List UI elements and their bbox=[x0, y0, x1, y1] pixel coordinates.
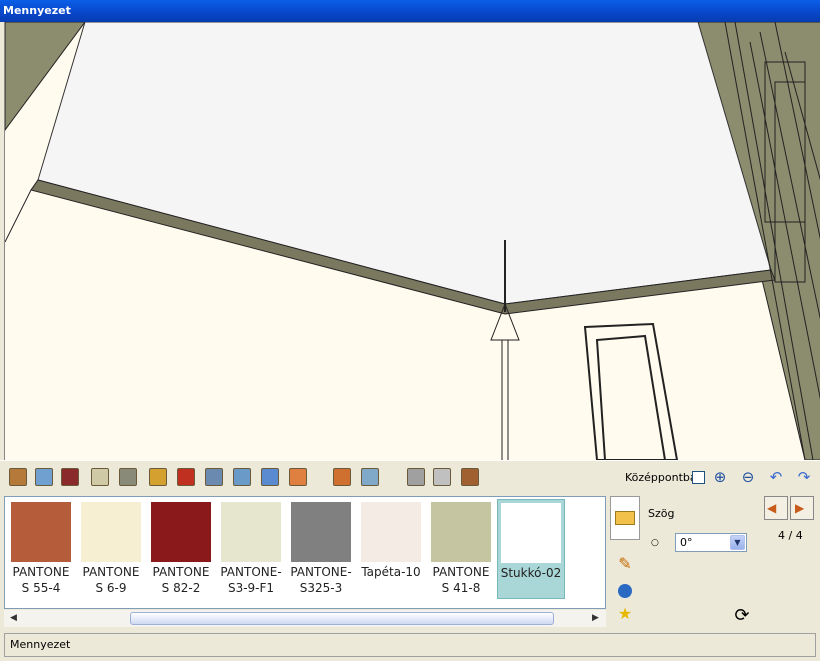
globe-icon bbox=[618, 584, 632, 598]
prev-page-button[interactable]: ◀ bbox=[764, 496, 788, 520]
material-label: PANTONE-S3-9-F1 bbox=[220, 565, 282, 595]
cabinet-icon bbox=[91, 468, 109, 486]
door-frame-button[interactable] bbox=[458, 464, 482, 490]
star-icon: ★ bbox=[617, 603, 633, 623]
wall-button[interactable] bbox=[286, 464, 310, 490]
door-frame-icon bbox=[461, 468, 479, 486]
brick-wall-button[interactable] bbox=[330, 464, 354, 490]
toilet-icon bbox=[433, 468, 451, 486]
window-title-bar: Mennyezet bbox=[0, 0, 820, 22]
next-page-icon: ▶ bbox=[795, 501, 805, 515]
floor-button[interactable] bbox=[258, 464, 282, 490]
next-page-button[interactable]: ▶ bbox=[790, 496, 814, 520]
page-indicator: 4 / 4 bbox=[778, 529, 803, 542]
material-color-chip bbox=[221, 502, 281, 562]
floor-icon bbox=[261, 468, 279, 486]
zoom-out-icon: ⊖ bbox=[741, 468, 755, 486]
redo-icon: ↷ bbox=[797, 468, 811, 486]
floor-plan-button[interactable] bbox=[230, 464, 254, 490]
horizontal-scrollbar[interactable]: ◀ ▶ bbox=[4, 610, 606, 627]
globe-button[interactable] bbox=[610, 580, 640, 602]
material-color-chip bbox=[361, 502, 421, 562]
tile-wall-icon bbox=[361, 468, 379, 486]
picture-button[interactable] bbox=[202, 464, 226, 490]
material-swatch[interactable]: Tapéta-10 bbox=[357, 499, 425, 599]
shelf-button[interactable] bbox=[116, 464, 140, 490]
material-label: Tapéta-10 bbox=[361, 565, 421, 579]
zoom-in-icon: ⊕ bbox=[713, 468, 727, 486]
brick-wall-icon bbox=[333, 468, 351, 486]
tile-wall-button[interactable] bbox=[358, 464, 382, 490]
redo-button[interactable]: ↷ bbox=[792, 464, 816, 490]
wall-lamp-icon bbox=[177, 468, 195, 486]
wall-icon bbox=[289, 468, 307, 486]
material-swatch[interactable]: PANTONE S 41-8 bbox=[427, 499, 495, 599]
angle-radio[interactable]: ○ bbox=[651, 538, 659, 548]
material-color-chip bbox=[11, 502, 71, 562]
angle-label: Szög bbox=[648, 507, 675, 520]
material-swatch[interactable]: PANTONE-S325-3 bbox=[287, 499, 355, 599]
material-swatch[interactable]: Stukkó-02 bbox=[497, 499, 565, 599]
picture-icon bbox=[205, 468, 223, 486]
pencil-button[interactable]: ✎ bbox=[610, 548, 640, 578]
zoom-out-button[interactable]: ⊖ bbox=[736, 464, 760, 490]
material-swatch[interactable]: PANTONE S 55-4 bbox=[7, 499, 75, 599]
refresh-button[interactable]: ⟳ bbox=[730, 603, 754, 627]
material-label: PANTONE S 6-9 bbox=[82, 565, 140, 595]
chevron-down-icon[interactable]: ▼ bbox=[730, 535, 745, 550]
pencil-icon: ✎ bbox=[618, 553, 632, 573]
3d-viewport[interactable] bbox=[4, 22, 820, 460]
wall-lamp-button[interactable] bbox=[174, 464, 198, 490]
zoom-in-button[interactable]: ⊕ bbox=[708, 464, 732, 490]
star-button[interactable]: ★ bbox=[610, 602, 640, 624]
floor-plan-icon bbox=[233, 468, 251, 486]
window-button[interactable] bbox=[32, 464, 56, 490]
ceiling-lamp-button[interactable] bbox=[146, 464, 170, 490]
door-icon bbox=[9, 468, 27, 486]
door-button[interactable] bbox=[6, 464, 30, 490]
material-label: PANTONE S 82-2 bbox=[152, 565, 210, 595]
radiator-icon bbox=[407, 468, 425, 486]
angle-value: 0° bbox=[680, 536, 693, 549]
shelf-icon bbox=[119, 468, 137, 486]
tool-bar: Középpontba ⊕ ⊖ ↶ ↷ bbox=[0, 460, 820, 492]
undo-button[interactable]: ↶ bbox=[764, 464, 788, 490]
material-swatch[interactable]: PANTONE-S3-9-F1 bbox=[217, 499, 285, 599]
material-color-chip bbox=[151, 502, 211, 562]
folder-button[interactable] bbox=[610, 496, 640, 540]
undo-icon: ↶ bbox=[769, 468, 783, 486]
scroll-right-icon[interactable]: ▶ bbox=[592, 613, 599, 623]
scroll-thumb[interactable] bbox=[130, 612, 554, 625]
material-color-chip bbox=[501, 503, 561, 563]
angle-select[interactable]: 0° ▼ bbox=[675, 533, 747, 552]
folder-icon bbox=[615, 511, 635, 525]
status-bar: Mennyezet bbox=[4, 633, 816, 657]
status-text: Mennyezet bbox=[10, 638, 71, 651]
refresh-icon: ⟳ bbox=[734, 604, 750, 626]
prev-page-icon: ◀ bbox=[767, 501, 777, 515]
materials-panel: PANTONE S 55-4 PANTONE S 6-9 PANTONE S 82-… bbox=[4, 496, 606, 609]
window-icon bbox=[35, 468, 53, 486]
center-label: Középpontba bbox=[625, 471, 697, 484]
radiator-button[interactable] bbox=[404, 464, 428, 490]
material-label: PANTONE S 41-8 bbox=[432, 565, 490, 595]
wardrobe-button[interactable] bbox=[58, 464, 82, 490]
center-checkbox[interactable] bbox=[692, 471, 705, 484]
wardrobe-icon bbox=[61, 468, 79, 486]
toilet-button[interactable] bbox=[430, 464, 454, 490]
cabinet-button[interactable] bbox=[88, 464, 112, 490]
material-color-chip bbox=[431, 502, 491, 562]
material-label: PANTONE-S325-3 bbox=[290, 565, 352, 595]
material-color-chip bbox=[81, 502, 141, 562]
material-swatch[interactable]: PANTONE S 6-9 bbox=[77, 499, 145, 599]
window-title: Mennyezet bbox=[3, 4, 71, 17]
material-swatch[interactable]: PANTONE S 82-2 bbox=[147, 499, 215, 599]
material-label: Stukkó-02 bbox=[500, 566, 562, 580]
scroll-left-icon[interactable]: ◀ bbox=[10, 613, 17, 623]
side-buttons: ✎ ★ bbox=[608, 494, 640, 630]
material-label: PANTONE S 55-4 bbox=[12, 565, 70, 595]
material-color-chip bbox=[291, 502, 351, 562]
ceiling-lamp-icon bbox=[149, 468, 167, 486]
